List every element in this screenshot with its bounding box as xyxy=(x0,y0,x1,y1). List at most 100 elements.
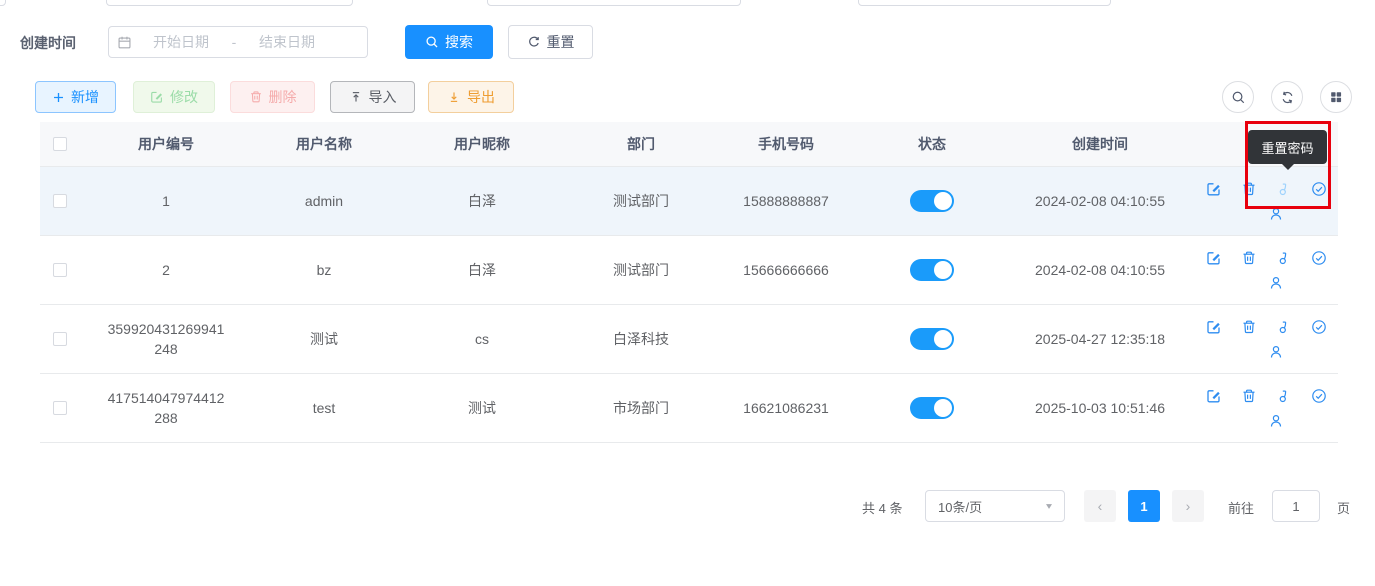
select-all-checkbox[interactable] xyxy=(53,137,67,151)
date-range-separator: - xyxy=(224,34,244,50)
table-refresh-button[interactable] xyxy=(1271,81,1303,113)
reset-password-icon[interactable] xyxy=(1276,388,1292,404)
refresh-icon xyxy=(1280,90,1295,105)
header-department: 部门 xyxy=(568,134,714,154)
table-search-toggle-button[interactable] xyxy=(1222,81,1254,113)
row-checkbox[interactable] xyxy=(53,194,67,208)
edit-button[interactable]: 修改 xyxy=(133,81,215,113)
row-delete-icon[interactable] xyxy=(1241,319,1257,335)
row-edit-icon[interactable] xyxy=(1206,319,1222,335)
status-toggle[interactable] xyxy=(910,259,954,281)
row-edit-icon[interactable] xyxy=(1206,181,1222,197)
page-size-select[interactable]: 10条/页 ▾ xyxy=(925,490,1065,522)
cropped-input-3[interactable] xyxy=(858,0,1111,6)
cell-created-time: 2025-10-03 10:51:46 xyxy=(1006,398,1194,418)
cell-department: 市场部门 xyxy=(568,398,714,418)
reset-password-icon[interactable] xyxy=(1276,319,1292,335)
reset-password-icon[interactable] xyxy=(1276,250,1292,266)
cropped-input-1[interactable] xyxy=(106,0,353,6)
user-table: 用户编号 用户名称 用户昵称 部门 手机号码 状态 创建时间 1admin白泽测… xyxy=(40,122,1338,443)
cell-user-id: 1 xyxy=(80,191,252,211)
user-management-page: 创建时间 - 搜索 重置 新增 xyxy=(0,0,1375,586)
row-edit-icon[interactable] xyxy=(1206,250,1222,266)
cell-user-id: 2 xyxy=(80,260,252,280)
next-page-button[interactable]: › xyxy=(1172,490,1204,522)
date-range-picker[interactable]: - xyxy=(108,26,368,58)
header-phone: 手机号码 xyxy=(714,134,858,154)
column-settings-button[interactable] xyxy=(1320,81,1352,113)
cell-username: bz xyxy=(252,260,396,280)
refresh-icon xyxy=(527,35,541,49)
cell-phone: 15666666666 xyxy=(714,260,858,280)
assign-check-icon[interactable] xyxy=(1311,181,1327,197)
tooltip-text: 重置密码 xyxy=(1261,138,1313,157)
cropped-input-2[interactable] xyxy=(487,0,741,6)
current-page-button[interactable]: 1 xyxy=(1128,490,1160,522)
calendar-icon xyxy=(117,35,132,50)
row-delete-icon[interactable] xyxy=(1241,388,1257,404)
page-size-value: 10条/页 xyxy=(938,497,982,516)
assign-role-user-icon[interactable] xyxy=(1268,275,1284,291)
cell-department: 白泽科技 xyxy=(568,329,714,349)
cell-phone: 15888888887 xyxy=(714,191,858,211)
cell-phone: 16621086231 xyxy=(714,398,858,418)
row-checkbox[interactable] xyxy=(53,401,67,415)
toggle-knob xyxy=(934,330,952,348)
start-date-input[interactable] xyxy=(138,34,224,50)
assign-role-user-icon[interactable] xyxy=(1268,344,1284,360)
assign-role-user-icon[interactable] xyxy=(1268,206,1284,222)
grid-icon xyxy=(1329,90,1343,104)
goto-page-input[interactable] xyxy=(1272,490,1320,522)
status-toggle[interactable] xyxy=(910,190,954,212)
cell-actions xyxy=(1194,250,1338,291)
export-button[interactable]: 导出 xyxy=(428,81,514,113)
toggle-knob xyxy=(934,261,952,279)
table-row: 417514047974412288test测试市场部门166210862312… xyxy=(40,374,1338,443)
trash-icon xyxy=(249,90,263,104)
table-header-row: 用户编号 用户名称 用户昵称 部门 手机号码 状态 创建时间 xyxy=(40,122,1338,167)
assign-check-icon[interactable] xyxy=(1311,250,1327,266)
cell-user-id: 359920431269941248 xyxy=(80,319,252,359)
cropped-input-fragment xyxy=(0,0,6,6)
edit-button-label: 修改 xyxy=(170,87,198,107)
assign-check-icon[interactable] xyxy=(1311,319,1327,335)
toggle-knob xyxy=(934,399,952,417)
end-date-input[interactable] xyxy=(244,34,330,50)
cell-created-time: 2025-04-27 12:35:18 xyxy=(1006,329,1194,349)
search-icon xyxy=(1231,90,1246,105)
chevron-down-icon: ▾ xyxy=(1046,500,1052,511)
row-checkbox[interactable] xyxy=(53,332,67,346)
prev-page-button[interactable]: ‹ xyxy=(1084,490,1116,522)
header-username: 用户名称 xyxy=(252,134,396,154)
add-button-label: 新增 xyxy=(71,87,99,107)
row-checkbox[interactable] xyxy=(53,263,67,277)
add-button[interactable]: 新增 xyxy=(35,81,116,113)
delete-button-label: 删除 xyxy=(269,87,297,107)
goto-page-label: 前往 xyxy=(1228,498,1254,517)
cell-created-time: 2024-02-08 04:10:55 xyxy=(1006,191,1194,211)
tooltip-arrow xyxy=(1281,163,1295,170)
created-time-filter-label: 创建时间 xyxy=(20,33,76,53)
search-button[interactable]: 搜索 xyxy=(405,25,493,59)
reset-button[interactable]: 重置 xyxy=(508,25,593,59)
cell-nickname: cs xyxy=(396,329,568,349)
assign-check-icon[interactable] xyxy=(1311,388,1327,404)
row-edit-icon[interactable] xyxy=(1206,388,1222,404)
header-nickname: 用户昵称 xyxy=(396,134,568,154)
status-toggle[interactable] xyxy=(910,328,954,350)
pagination-total: 共 4 条 xyxy=(862,498,902,517)
row-delete-icon[interactable] xyxy=(1241,181,1257,197)
table-row: 359920431269941248测试cs白泽科技2025-04-27 12:… xyxy=(40,305,1338,374)
status-toggle[interactable] xyxy=(910,397,954,419)
delete-button[interactable]: 删除 xyxy=(230,81,315,113)
import-button[interactable]: 导入 xyxy=(330,81,415,113)
assign-role-user-icon[interactable] xyxy=(1268,413,1284,429)
cell-department: 测试部门 xyxy=(568,191,714,211)
cell-username: admin xyxy=(252,191,396,211)
header-user-id: 用户编号 xyxy=(80,134,252,154)
cell-nickname: 测试 xyxy=(396,398,568,418)
reset-password-icon[interactable] xyxy=(1276,181,1292,197)
cell-actions xyxy=(1194,181,1338,222)
row-delete-icon[interactable] xyxy=(1241,250,1257,266)
search-button-label: 搜索 xyxy=(445,32,473,52)
